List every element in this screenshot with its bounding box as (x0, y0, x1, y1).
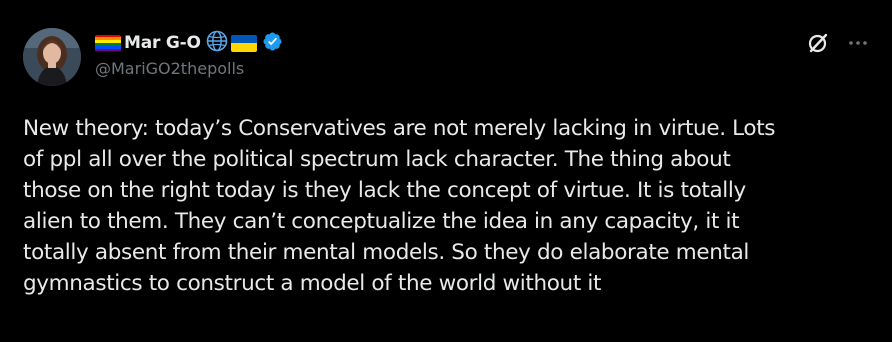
tweet-card: Mar G-O @MariGO2thepolls New theory: tod… (0, 0, 892, 342)
grok-icon[interactable] (805, 30, 831, 56)
tweet-text: New theory: today’s Conservatives are no… (23, 116, 776, 296)
rainbow-flag-icon (95, 34, 121, 52)
more-options-icon[interactable] (845, 30, 871, 56)
ukraine-flag-icon (230, 34, 257, 52)
verified-badge-icon[interactable] (262, 31, 283, 56)
author-display-name[interactable]: Mar G-O (124, 33, 201, 53)
author-handle[interactable]: @MariGO2thepolls (95, 59, 244, 78)
globe-icon (206, 30, 228, 56)
author-name-row[interactable]: Mar G-O (95, 30, 283, 56)
profile-photo-icon (23, 28, 81, 86)
avatar[interactable] (23, 28, 81, 86)
